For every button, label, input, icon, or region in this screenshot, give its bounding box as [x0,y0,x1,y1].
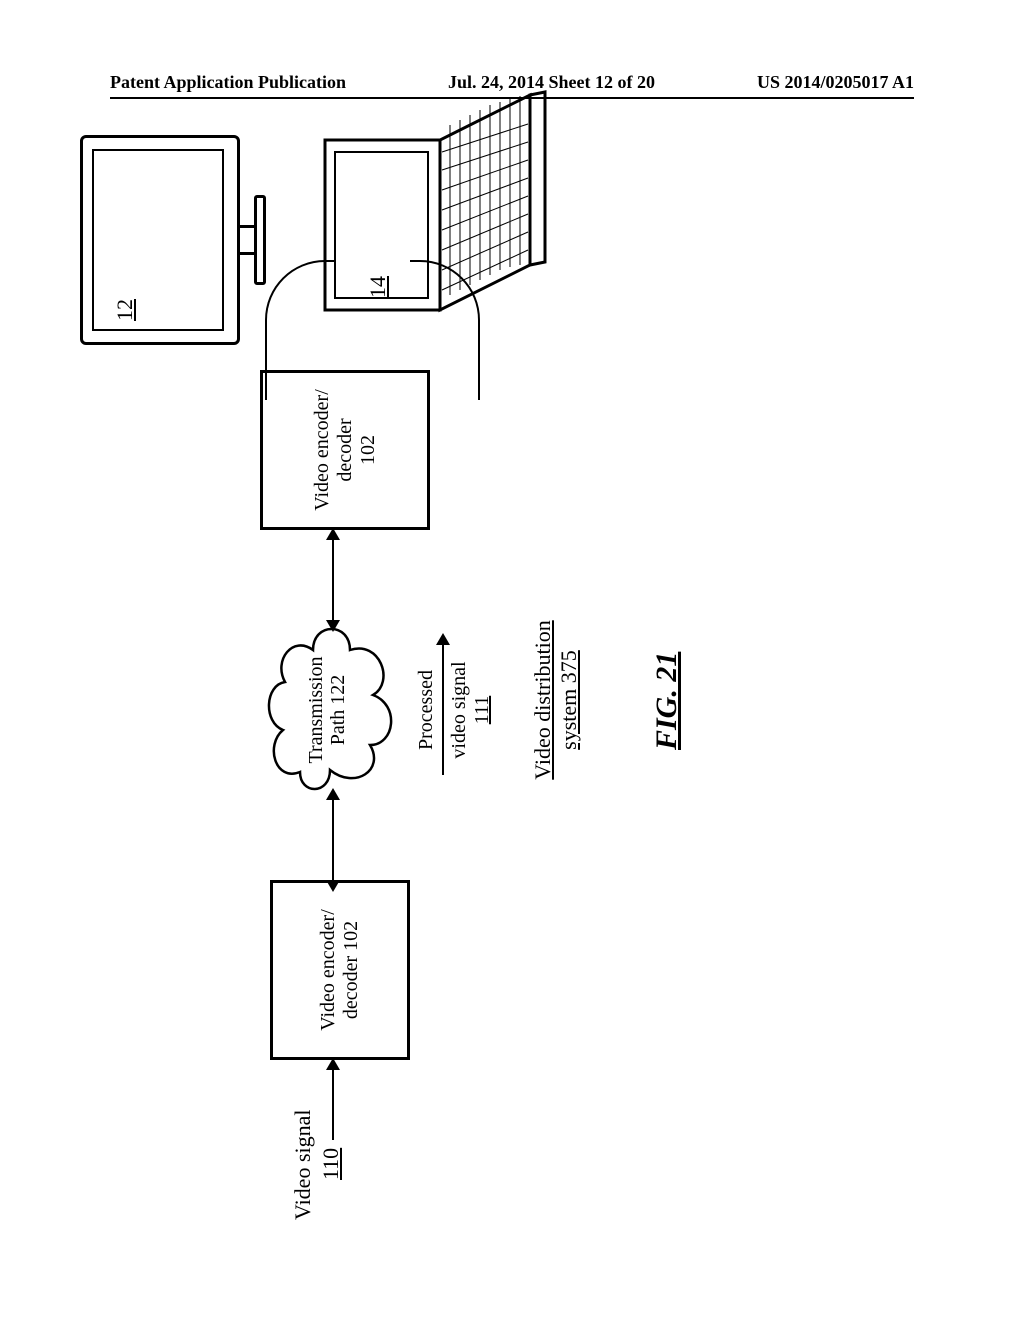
encoder-left-line1: Video encoder/ [317,883,340,1057]
vds-line2: system 375 [556,600,582,800]
monitor-icon: 12 [80,135,270,345]
header-right: US 2014/0205017 A1 [757,72,914,93]
monitor-ref-number: 12 [112,299,138,321]
encoder-right-line3: 102 [357,373,380,527]
processed-line2: video signal [448,620,471,800]
vds-line1: Video distribution [530,600,556,800]
video-signal-ref-number: 110 [318,1148,344,1180]
figure-diagram: Video signal 110 Video encoder/ decoder … [0,300,1024,1100]
transmission-cloud: Transmission Path 122 [255,620,405,800]
video-distribution-system-label: Video distribution system 375 [530,600,583,800]
cloud-line2: Path 122 [327,620,349,800]
encoder-box-left: Video encoder/ decoder 102 [270,880,410,1060]
double-arrow-icon [332,800,334,880]
laptop-ref-number: 14 [365,276,391,298]
arrow-icon [332,1070,334,1140]
encoder-right-line2: decoder [334,373,357,527]
video-signal-label: Video signal [290,1110,316,1221]
header-left: Patent Application Publication [110,72,346,93]
figure-number: FIG. 21 [650,652,684,750]
laptop-icon: 14 [320,90,560,340]
processed-line3: 111 [471,620,494,800]
encoder-left-line2: decoder 102 [340,883,363,1057]
processed-line1: Processed [415,620,438,800]
processed-signal-label: Processed video signal 111 [415,620,494,800]
arrow-icon [442,645,444,775]
cloud-line1: Transmission [305,620,327,800]
double-arrow-icon [332,540,334,620]
